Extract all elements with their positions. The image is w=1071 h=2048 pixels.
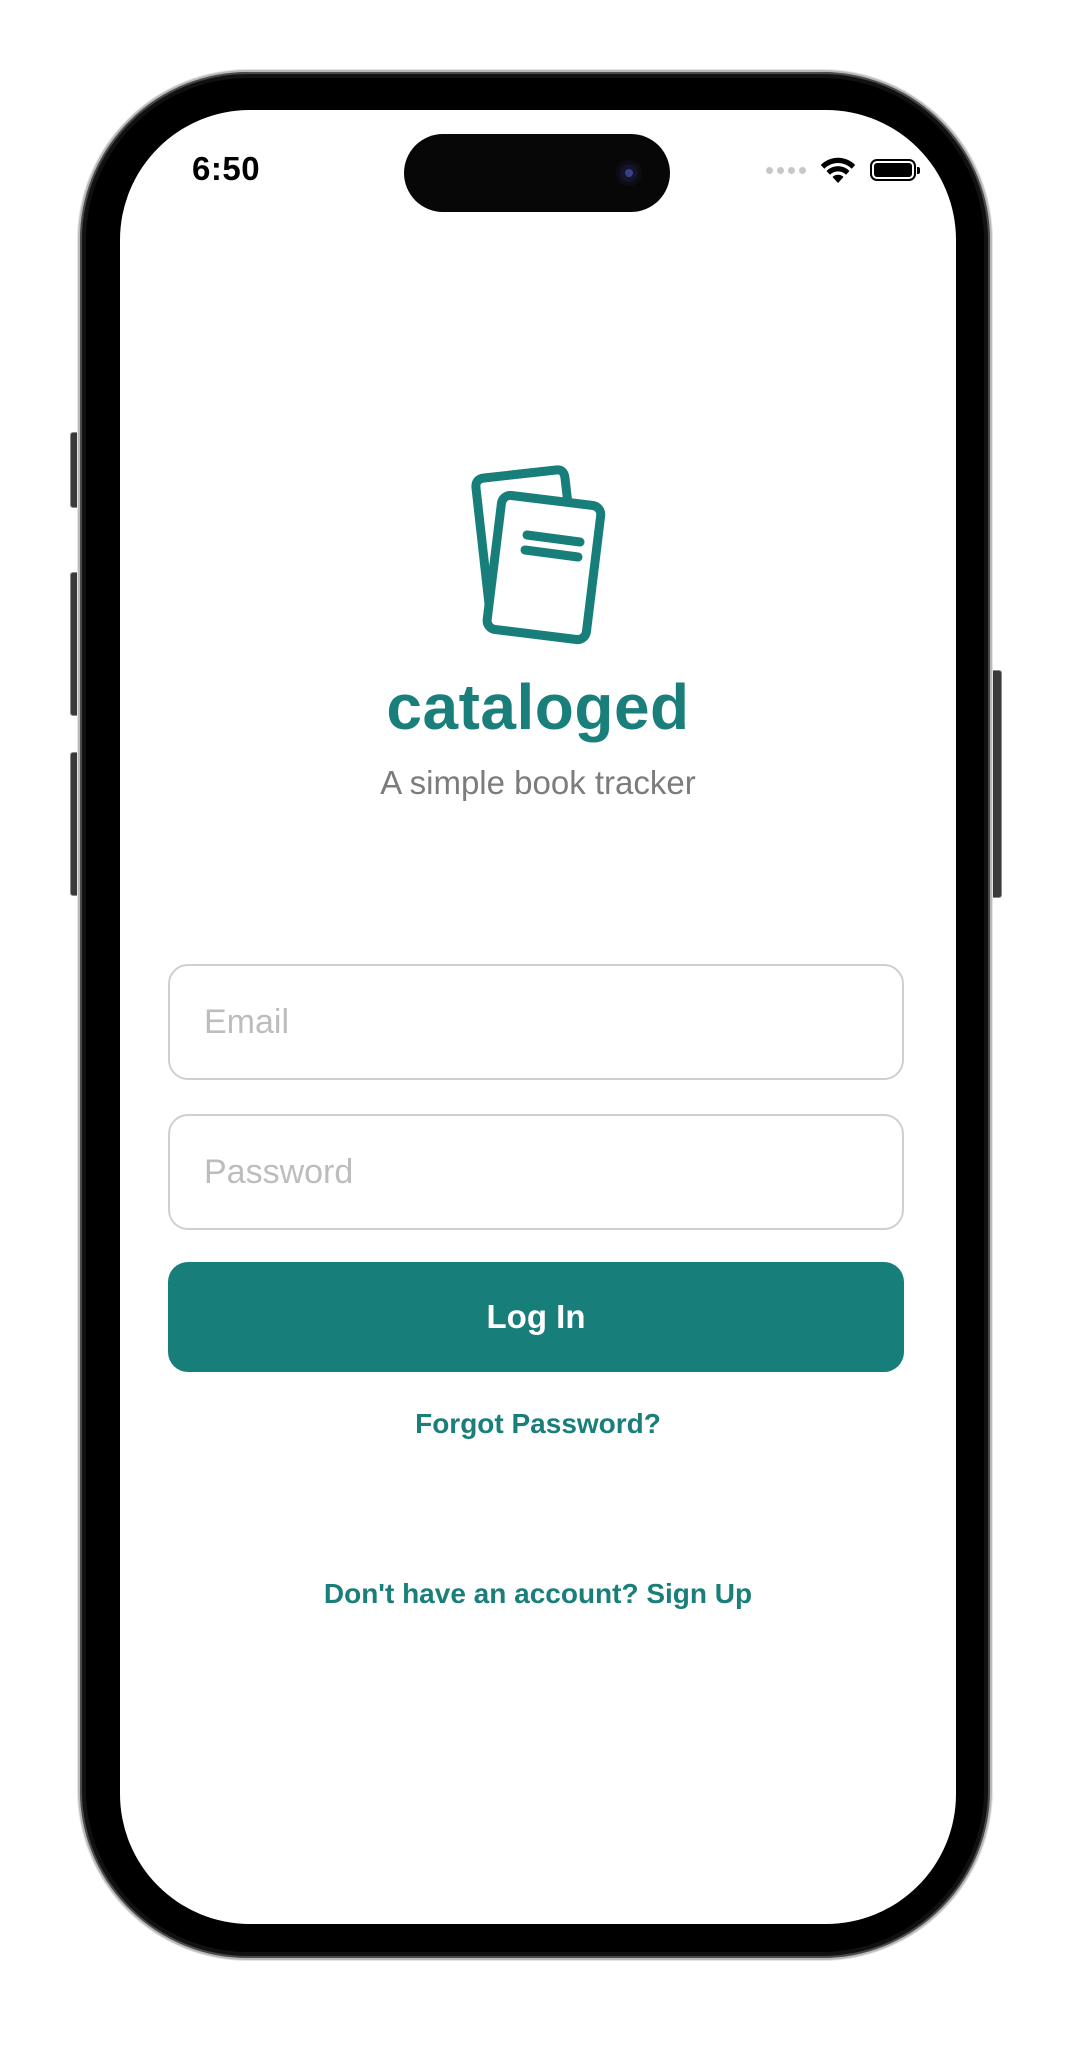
device-mockup: 6:50 cataloged A simple book tracker Ema… [0,0,1071,2048]
status-indicators [766,156,920,184]
dynamic-island [404,134,670,212]
books-icon [471,465,606,645]
forgot-password-link[interactable]: Forgot Password? [120,1408,956,1440]
app-name: cataloged [386,671,690,743]
status-time: 6:50 [192,150,261,187]
cellular-signal-icon [766,166,806,174]
wifi-icon [820,157,856,183]
email-field[interactable] [168,964,904,1080]
front-camera-icon [616,160,642,186]
app-tagline: A simple book tracker [380,764,696,801]
login-screen: 6:50 cataloged A simple book tracker Ema… [120,110,956,1924]
sign-up-link[interactable]: Don't have an account? Sign Up [120,1578,956,1610]
password-field[interactable] [168,1114,904,1230]
battery-icon [870,159,920,181]
login-button[interactable]: Log In [168,1262,904,1372]
